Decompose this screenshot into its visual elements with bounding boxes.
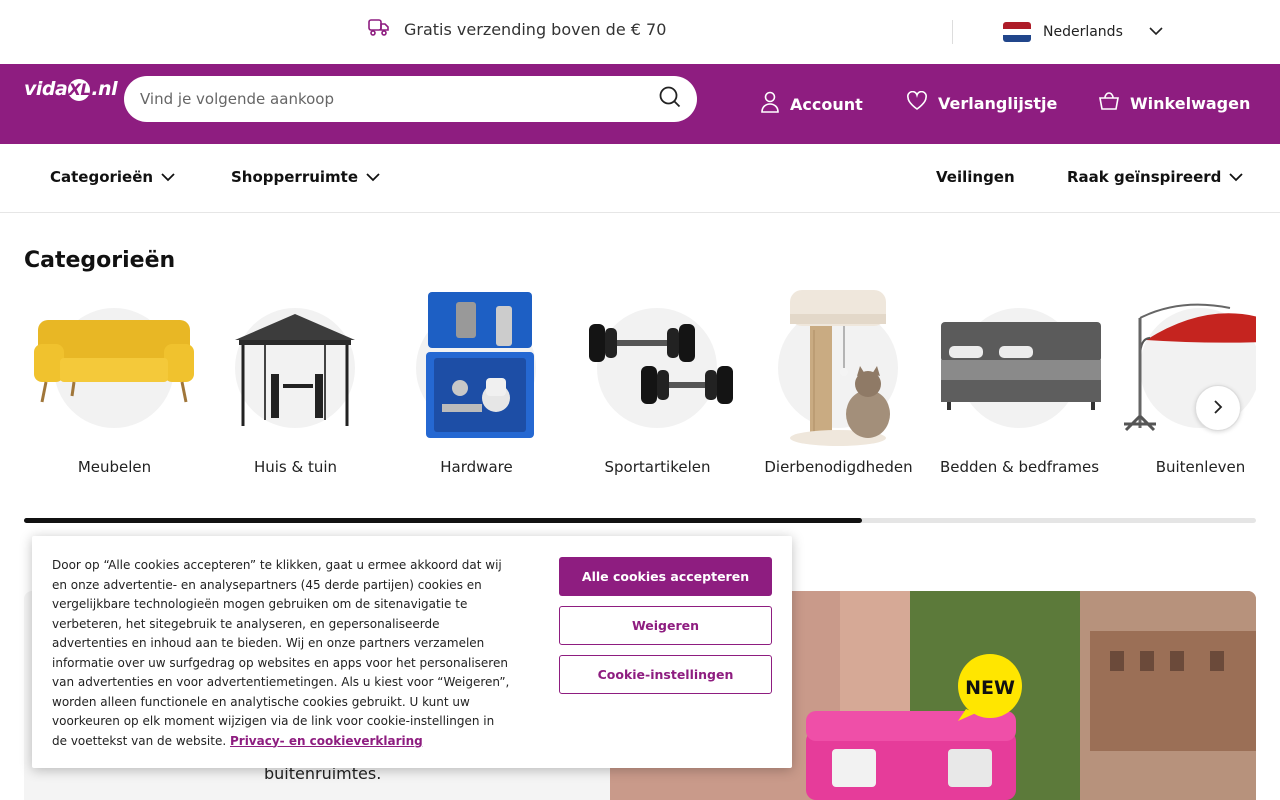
category-carousel: Meubelen Huis & tuin Hardware Sportartik…: [24, 288, 1256, 488]
category-tile[interactable]: Huis & tuin: [205, 288, 386, 488]
chevron-right-icon: [1213, 399, 1223, 418]
category-tile[interactable]: Meubelen: [24, 288, 205, 488]
category-label: Bedden & bedframes: [939, 458, 1100, 476]
cookie-body-text: Door op “Alle cookies accepteren” te kli…: [52, 558, 510, 748]
reject-cookies-button[interactable]: Weigeren: [559, 606, 772, 645]
shipping-promo: Gratis verzending boven de € 70: [368, 18, 666, 40]
chevron-down-icon: [1149, 24, 1163, 40]
chevron-down-icon: [161, 168, 175, 186]
nav-shopper-label: Shopperruimte: [231, 168, 359, 186]
cat-tree-image: [790, 290, 890, 446]
carousel-next-button[interactable]: [1195, 385, 1241, 431]
gazebo-image: [235, 314, 355, 426]
logo-text-post: .nl: [91, 78, 118, 100]
search-icon[interactable]: [659, 86, 681, 112]
category-tile[interactable]: Sportartikelen: [567, 288, 748, 488]
category-tile[interactable]: Hardware: [386, 288, 567, 488]
heart-icon: [906, 90, 928, 115]
bed-image: [941, 322, 1101, 410]
language-label: Nederlands: [1043, 24, 1123, 40]
cookie-consent-dialog: Door op “Alle cookies accepteren” te kli…: [32, 536, 792, 768]
nav-auctions[interactable]: Veilingen: [936, 168, 1015, 186]
wishlist-label: Verlanglijstje: [938, 93, 1058, 113]
category-label: Huis & tuin: [253, 458, 338, 476]
spray-gun-kit-image: [426, 292, 534, 438]
dumbbells-image: [589, 324, 733, 404]
account-link[interactable]: Account: [760, 91, 863, 117]
nav-auctions-label: Veilingen: [936, 168, 1015, 186]
language-selector[interactable]: Nederlands: [1003, 20, 1163, 44]
category-tile[interactable]: Dierbenodigdheden: [748, 288, 929, 488]
vidaxl-logo[interactable]: vidaXL.nl: [24, 78, 118, 101]
account-label: Account: [790, 94, 863, 114]
truck-icon: [368, 17, 390, 41]
user-icon: [760, 91, 780, 117]
shipping-promo-text: Gratis verzending boven de € 70: [404, 19, 667, 39]
category-tile[interactable]: Buitenleven: [1110, 288, 1256, 488]
accept-all-cookies-button[interactable]: Alle cookies accepteren: [559, 557, 772, 596]
chevron-down-icon: [1229, 168, 1244, 186]
logo-text-pre: vida: [24, 78, 68, 100]
netherlands-flag-icon: [1003, 22, 1031, 42]
main-header: vidaXL.nl Account Verlanglijstje Winkelw…: [0, 64, 1280, 144]
privacy-policy-link[interactable]: Privacy- en cookieverklaring: [230, 734, 423, 748]
category-label: Meubelen: [77, 458, 152, 476]
category-label: Hardware: [440, 458, 513, 476]
category-label: Dierbenodigdheden: [764, 458, 913, 476]
sofa-image: [34, 320, 194, 403]
chevron-down-icon: [366, 168, 380, 186]
nav-inspired[interactable]: Raak geïnspireerd: [1067, 168, 1244, 186]
wishlist-link[interactable]: Verlanglijstje: [906, 90, 1058, 115]
nav-shopper[interactable]: Shopperruimte: [231, 168, 380, 186]
nav-categories[interactable]: Categorieën: [50, 168, 175, 186]
cookie-consent-text: Door op “Alle cookies accepteren” te kli…: [52, 556, 512, 751]
carousel-scroll-thumb[interactable]: [24, 518, 862, 523]
main-navigation: Categorieën Shopperruimte Veilingen Raak…: [0, 144, 1280, 213]
logo-mark: XL: [68, 79, 91, 101]
cart-link[interactable]: Winkelwagen: [1098, 91, 1250, 115]
basket-icon: [1098, 91, 1120, 115]
search-input[interactable]: [140, 90, 659, 108]
cookie-settings-button[interactable]: Cookie-instellingen: [559, 655, 772, 694]
nav-inspired-label: Raak geïnspireerd: [1067, 168, 1222, 186]
new-badge-text: NEW: [965, 677, 1015, 699]
top-bar: Gratis verzending boven de € 70 Nederlan…: [0, 0, 1280, 64]
cart-label: Winkelwagen: [1130, 93, 1251, 113]
category-label: Buitenleven: [1155, 458, 1246, 476]
topbar-divider: [952, 20, 953, 44]
search-bar[interactable]: [124, 76, 697, 122]
categories-title: Categorieën: [24, 248, 176, 273]
category-tile[interactable]: Bedden & bedframes: [929, 288, 1110, 488]
category-label: Sportartikelen: [604, 458, 711, 476]
nav-categories-label: Categorieën: [50, 168, 154, 186]
